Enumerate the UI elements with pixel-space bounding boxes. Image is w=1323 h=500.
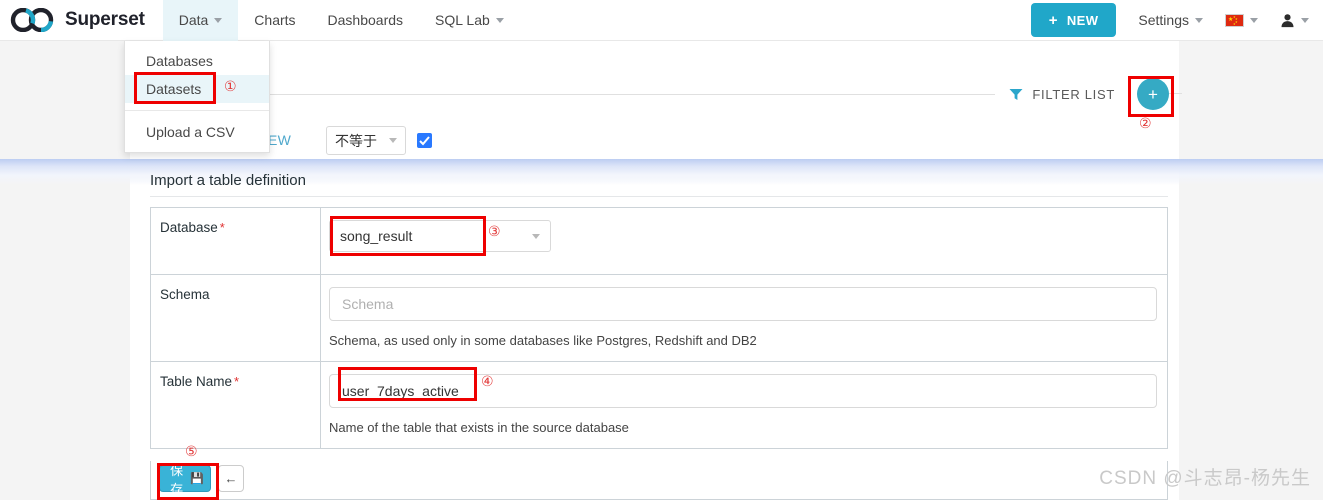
user-avatar-icon [1281, 13, 1294, 27]
user-menu[interactable] [1280, 13, 1309, 28]
form-footer [150, 461, 1168, 500]
form-row-database: Database * song_result [151, 208, 1167, 275]
nav-item-charts-label: Charts [254, 12, 296, 28]
superset-infinity-logo-icon [10, 8, 54, 32]
form-field-database: song_result [321, 208, 1167, 274]
nav-item-data[interactable]: Data [162, 0, 239, 41]
chevron-down-icon [214, 17, 223, 23]
nav-item-sql-lab[interactable]: SQL Lab [419, 0, 520, 41]
annotation-marker-4: ④ [481, 374, 494, 390]
arrow-left-icon: ← [224, 471, 238, 486]
schema-input[interactable]: Schema [329, 287, 1157, 321]
data-dropdown-menu: Databases Datasets Upload a CSV [124, 41, 270, 153]
form-label-table-name: Table Name * [151, 362, 321, 448]
navbar-right: + NEW Settings ★ ★ ★ ★ ★ [1030, 3, 1323, 37]
form-label-database: Database * [151, 208, 321, 274]
nav-item-dashboards-label: Dashboards [327, 12, 404, 28]
schema-input-placeholder: Schema [342, 296, 394, 312]
form-field-table-name: user_7days_active Name of the table that… [321, 362, 1167, 448]
form-row-table-name: Table Name * user_7days_active Name of th… [151, 362, 1167, 449]
list-controls: FILTER LIST + [130, 78, 1179, 110]
annotation-marker-3: ③ [488, 224, 501, 240]
menu-item-upload-csv[interactable]: Upload a CSV [125, 118, 269, 146]
table-name-input[interactable]: user_7days_active [329, 374, 1157, 408]
filter-list-label[interactable]: FILTER LIST [1032, 87, 1115, 102]
watermark: CSDN @斗志昂-杨先生 [1099, 468, 1311, 489]
schema-help-text: Schema, as used only in some databases l… [329, 333, 757, 348]
save-button[interactable]: 保存 💾 [159, 463, 211, 497]
page-right-gutter [1179, 41, 1323, 500]
back-button[interactable]: ← [218, 465, 244, 492]
form-row-schema: Schema Schema Schema, as used only in so… [151, 275, 1167, 362]
language-menu[interactable]: ★ ★ ★ ★ ★ [1225, 13, 1258, 27]
title-divider [150, 196, 1168, 197]
brand-logo-link[interactable]: Superset [0, 0, 163, 41]
form-label-schema-text: Schema [160, 287, 210, 302]
chevron-down-icon [1250, 17, 1258, 23]
form-label-database-text: Database [160, 220, 218, 235]
form-label-schema: Schema [151, 275, 321, 361]
filter-funnel-icon[interactable] [1009, 88, 1023, 101]
nav-item-dashboards[interactable]: Dashboards [312, 0, 420, 41]
operator-select-value: 不等于 [335, 132, 377, 149]
top-navbar: Superset Data Charts Dashboards SQL Lab … [0, 0, 1323, 41]
chevron-down-icon [389, 138, 397, 143]
china-flag-icon: ★ ★ ★ ★ ★ [1225, 13, 1244, 27]
save-button-label: 保存 [170, 462, 184, 497]
menu-item-databases-label: Databases [146, 53, 213, 69]
menu-item-upload-csv-label: Upload a CSV [146, 124, 235, 140]
brand-name: Superset [65, 9, 145, 30]
chevron-down-icon [1301, 17, 1309, 23]
settings-menu[interactable]: Settings [1138, 12, 1203, 28]
form-label-table-name-text: Table Name [160, 374, 233, 389]
database-select-value: song_result [340, 228, 413, 244]
plus-icon: + [1148, 85, 1158, 104]
save-floppy-icon: 💾 [190, 473, 204, 485]
annotation-marker-2: ② [1139, 116, 1152, 132]
page-left-gutter [0, 41, 130, 500]
table-name-help-text: Name of the table that exists in the sou… [329, 420, 629, 435]
required-asterisk: * [219, 220, 225, 235]
new-button-label: NEW [1066, 12, 1099, 28]
chevron-down-icon [1195, 17, 1203, 23]
row-checkbox[interactable] [417, 133, 432, 148]
nav-item-data-label: Data [178, 12, 209, 28]
check-icon [419, 136, 430, 146]
required-asterisk: * [234, 374, 240, 389]
page-title: Import a table definition [150, 172, 306, 189]
menu-item-datasets-label: Datasets [146, 81, 202, 97]
form-field-schema: Schema Schema, as used only in some data… [321, 275, 1167, 361]
operator-select[interactable]: 不等于 [326, 126, 406, 155]
nav-items: Data Charts Dashboards SQL Lab [162, 0, 520, 41]
menu-item-databases[interactable]: Databases [125, 47, 269, 75]
table-name-input-value: user_7days_active [342, 383, 459, 399]
settings-label: Settings [1138, 12, 1189, 28]
chevron-down-icon [532, 233, 540, 239]
nav-item-sql-lab-label: SQL Lab [435, 12, 490, 28]
plus-icon: + [1048, 11, 1058, 29]
annotation-marker-1: ① [224, 79, 237, 95]
menu-divider [125, 110, 269, 111]
chevron-down-icon [495, 17, 504, 23]
nav-item-charts[interactable]: Charts [238, 0, 311, 41]
import-table-form: Database * song_result Schema Schema Sche… [150, 207, 1168, 449]
annotation-marker-5: ⑤ [185, 444, 198, 460]
add-dataset-button[interactable]: + [1137, 78, 1169, 110]
menu-item-datasets[interactable]: Datasets [125, 75, 269, 103]
new-button[interactable]: + NEW [1030, 3, 1117, 37]
database-select[interactable]: song_result [329, 220, 551, 252]
